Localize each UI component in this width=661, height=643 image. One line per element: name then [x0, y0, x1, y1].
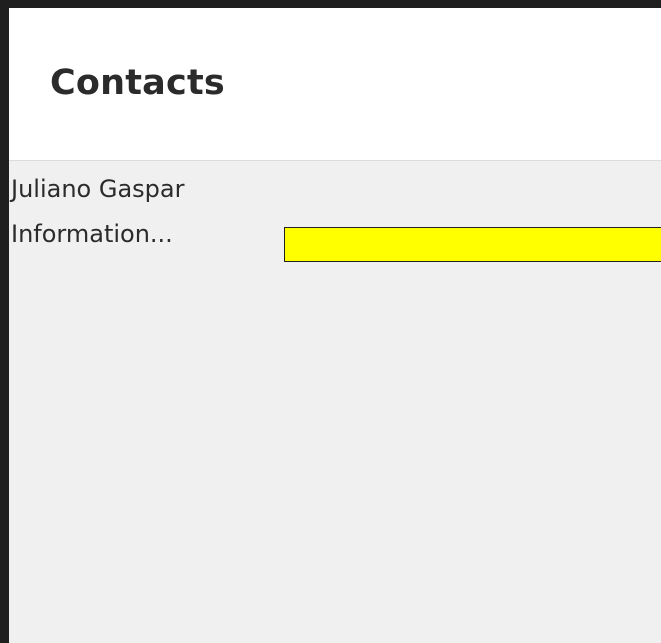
contact-name: Juliano Gaspar [11, 175, 185, 203]
highlight-bar [284, 227, 661, 262]
app-window: Contacts Juliano Gaspar Information... [9, 8, 661, 643]
contact-information-link[interactable]: Information... [11, 222, 173, 246]
page-title: Contacts [50, 63, 225, 103]
page-header: Contacts [9, 8, 661, 161]
contact-list-item[interactable]: Juliano Gaspar Information... [9, 170, 269, 270]
